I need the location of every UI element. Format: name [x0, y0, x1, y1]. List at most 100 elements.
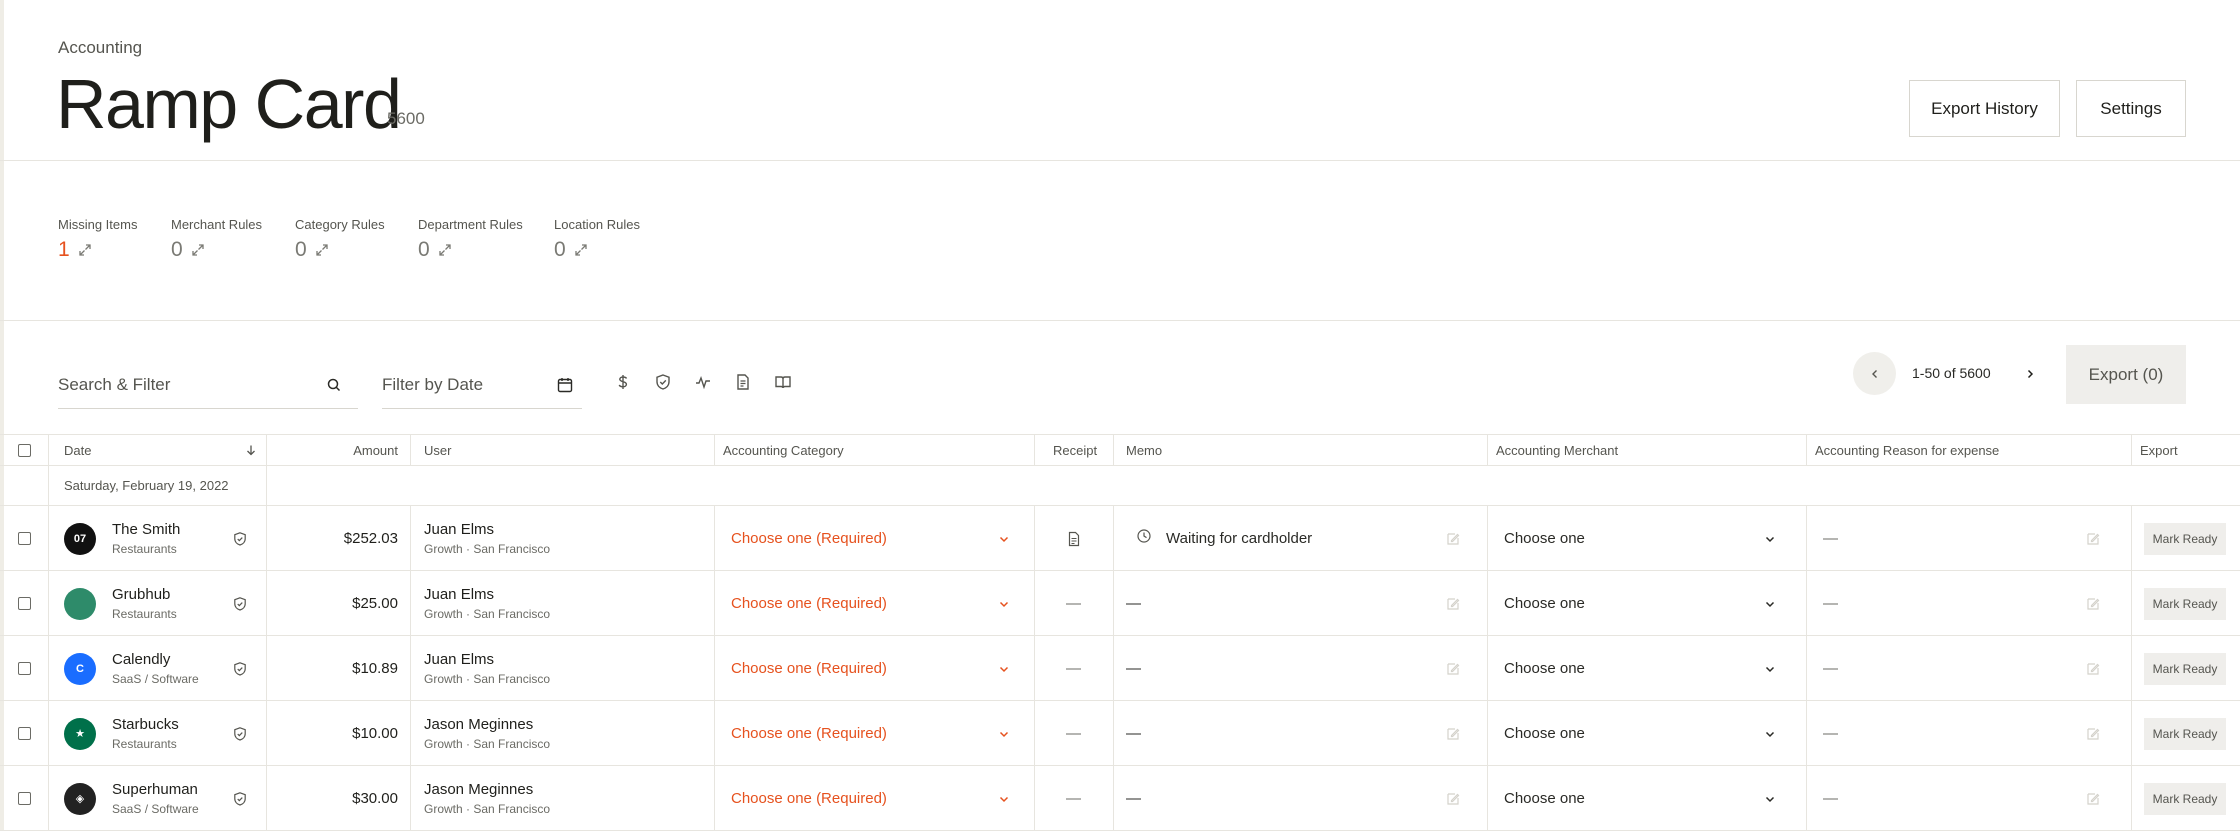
edit-icon[interactable]: [1445, 531, 1461, 547]
sort-arrow-down-icon[interactable]: [245, 444, 257, 456]
search-icon[interactable]: [326, 377, 342, 393]
stat-merchant-rules[interactable]: Merchant Rules 0: [171, 217, 262, 262]
receipt-cell[interactable]: —: [1034, 701, 1113, 766]
date-filter-input[interactable]: [382, 363, 542, 407]
column-header-receipt[interactable]: Receipt: [1053, 435, 1097, 466]
receipt-cell[interactable]: —: [1034, 636, 1113, 701]
accounting-category-select[interactable]: Choose one (Required): [714, 701, 1034, 766]
stat-category-rules[interactable]: Category Rules 0: [295, 217, 385, 262]
expand-icon[interactable]: [315, 243, 329, 257]
accounting-category-select[interactable]: Choose one (Required): [714, 766, 1034, 831]
export-button[interactable]: Export (0): [2066, 345, 2186, 404]
column-header-export[interactable]: Export: [2140, 435, 2178, 466]
table-row[interactable]: ★ Starbucks Restaurants $10.00 Jason Meg…: [0, 701, 2240, 766]
memo-cell[interactable]: —: [1113, 571, 1487, 636]
book-filter-icon[interactable]: [774, 373, 792, 391]
accounting-reason-cell[interactable]: —: [1806, 701, 2131, 766]
stat-missing-items[interactable]: Missing Items 1: [58, 217, 137, 262]
accounting-merchant-value: Choose one: [1504, 660, 1585, 677]
shield-check-filter-icon[interactable]: [654, 373, 672, 391]
edit-icon[interactable]: [2085, 726, 2101, 742]
memo-cell[interactable]: —: [1113, 766, 1487, 831]
edit-icon[interactable]: [2085, 531, 2101, 547]
dollar-filter-icon[interactable]: [614, 373, 632, 391]
shield-check-icon[interactable]: [232, 791, 248, 807]
amount: $25.00: [352, 595, 398, 612]
accounting-reason-cell[interactable]: —: [1806, 571, 2131, 636]
accounting-merchant-select[interactable]: Choose one: [1487, 506, 1806, 571]
row-checkbox[interactable]: [18, 532, 31, 545]
settings-button[interactable]: Settings: [2076, 80, 2186, 137]
pager-next-button[interactable]: [2016, 360, 2044, 388]
table-row[interactable]: Grubhub Restaurants $25.00 Juan Elms Gro…: [0, 571, 2240, 636]
row-checkbox[interactable]: [18, 792, 31, 805]
memo-cell[interactable]: —: [1113, 701, 1487, 766]
mark-ready-button[interactable]: Mark Ready: [2144, 782, 2226, 815]
shield-check-icon[interactable]: [232, 726, 248, 742]
expand-icon[interactable]: [191, 243, 205, 257]
column-header-accounting-category[interactable]: Accounting Category: [723, 435, 844, 466]
edit-icon[interactable]: [1445, 726, 1461, 742]
accounting-category-select[interactable]: Choose one (Required): [714, 636, 1034, 701]
select-all-checkbox[interactable]: [18, 444, 31, 457]
mark-ready-button[interactable]: Mark Ready: [2144, 652, 2226, 685]
accounting-merchant-value: Choose one: [1504, 530, 1585, 547]
memo-cell[interactable]: Waiting for cardholder: [1113, 506, 1487, 571]
export-history-button[interactable]: Export History: [1909, 80, 2060, 137]
receipt-cell[interactable]: —: [1034, 571, 1113, 636]
category-value: Choose one (Required): [731, 595, 887, 612]
shield-check-icon[interactable]: [232, 531, 248, 547]
column-header-memo[interactable]: Memo: [1126, 435, 1162, 466]
expand-icon[interactable]: [438, 243, 452, 257]
receipt-icon[interactable]: [1066, 531, 1082, 547]
mark-ready-button[interactable]: Mark Ready: [2144, 587, 2226, 620]
breadcrumb[interactable]: Accounting: [58, 38, 142, 58]
stat-department-rules[interactable]: Department Rules 0: [418, 217, 523, 262]
search-input[interactable]: [58, 363, 318, 407]
edit-icon[interactable]: [2085, 596, 2101, 612]
row-checkbox[interactable]: [18, 727, 31, 740]
memo-cell[interactable]: —: [1113, 636, 1487, 701]
table-row[interactable]: 07 The Smith Restaurants $252.03 Juan El…: [0, 506, 2240, 571]
expand-icon[interactable]: [78, 243, 92, 257]
table-row[interactable]: ◈ Superhuman SaaS / Software $30.00 Jaso…: [0, 766, 2240, 831]
accounting-category-select[interactable]: Choose one (Required): [714, 571, 1034, 636]
mark-ready-button[interactable]: Mark Ready: [2144, 522, 2226, 555]
edit-icon[interactable]: [1445, 596, 1461, 612]
row-checkbox[interactable]: [18, 597, 31, 610]
edit-icon[interactable]: [2085, 661, 2101, 677]
document-filter-icon[interactable]: [734, 373, 752, 391]
column-header-accounting-merchant[interactable]: Accounting Merchant: [1496, 435, 1618, 466]
pager-prev-button[interactable]: [1853, 352, 1896, 395]
row-checkbox[interactable]: [18, 662, 31, 675]
column-header-user[interactable]: User: [424, 435, 451, 466]
table-toolbar: 1-50 of 5600 Export (0): [0, 321, 2240, 435]
mark-ready-button[interactable]: Mark Ready: [2144, 717, 2226, 750]
accounting-merchant-select[interactable]: Choose one: [1487, 766, 1806, 831]
table-row[interactable]: C Calendly SaaS / Software $10.89 Juan E…: [0, 636, 2240, 701]
accounting-reason-cell[interactable]: —: [1806, 506, 2131, 571]
chevron-down-icon: [999, 601, 1009, 607]
stat-location-rules[interactable]: Location Rules 0: [554, 217, 640, 262]
edit-icon[interactable]: [2085, 791, 2101, 807]
accounting-merchant-select[interactable]: Choose one: [1487, 636, 1806, 701]
column-header-amount[interactable]: Amount: [266, 435, 398, 466]
shield-check-icon[interactable]: [232, 661, 248, 677]
merchant-category: Restaurants: [112, 542, 177, 556]
accounting-reason-cell[interactable]: —: [1806, 636, 2131, 701]
calendar-icon[interactable]: [556, 376, 574, 394]
accounting-merchant-select[interactable]: Choose one: [1487, 571, 1806, 636]
expand-icon[interactable]: [574, 243, 588, 257]
receipt-cell[interactable]: [1034, 506, 1113, 571]
accounting-category-select[interactable]: Choose one (Required): [714, 506, 1034, 571]
receipt-cell[interactable]: —: [1034, 766, 1113, 831]
accounting-reason-cell[interactable]: —: [1806, 766, 2131, 831]
shield-check-icon[interactable]: [232, 596, 248, 612]
column-header-date[interactable]: Date: [64, 435, 91, 466]
chevron-down-icon: [1765, 796, 1775, 802]
activity-filter-icon[interactable]: [694, 373, 712, 391]
edit-icon[interactable]: [1445, 791, 1461, 807]
edit-icon[interactable]: [1445, 661, 1461, 677]
column-header-accounting-reason[interactable]: Accounting Reason for expense: [1815, 435, 1999, 466]
accounting-merchant-select[interactable]: Choose one: [1487, 701, 1806, 766]
